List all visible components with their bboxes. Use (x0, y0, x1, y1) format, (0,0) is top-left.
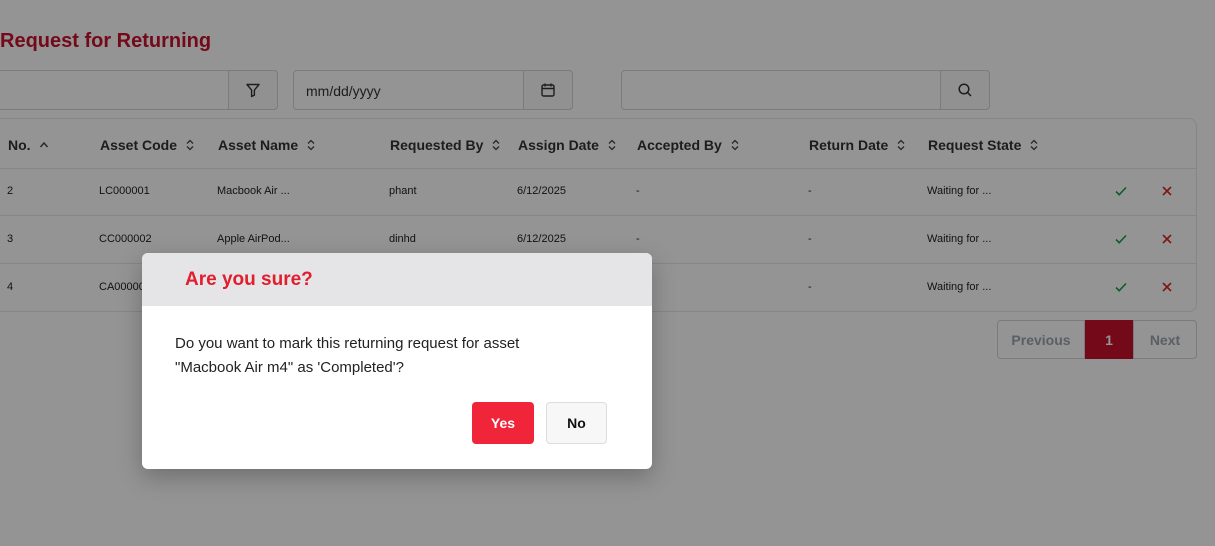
yes-button[interactable]: Yes (472, 402, 534, 444)
confirm-dialog: Are you sure? Do you want to mark this r… (142, 253, 652, 469)
dialog-message-line-2: "Macbook Air m4" as 'Completed'? (175, 359, 404, 376)
dialog-message-line-1: Do you want to mark this returning reque… (175, 335, 520, 352)
dialog-message: Do you want to mark this returning reque… (175, 332, 615, 380)
dialog-title: Are you sure? (185, 269, 313, 290)
no-button[interactable]: No (546, 402, 607, 444)
dialog-header: Are you sure? (142, 253, 652, 306)
